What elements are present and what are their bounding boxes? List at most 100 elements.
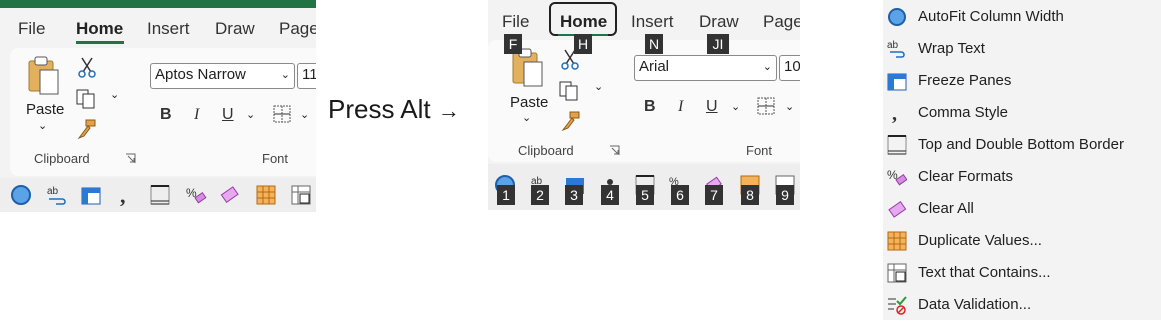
italic-button[interactable]: I [678,98,683,116]
tab-page[interactable]: Page [763,12,800,32]
arrow-right-icon: → [437,98,460,123]
bold-button[interactable]: B [160,106,172,124]
menu-item-label: Top and Double Bottom Border [918,136,1124,153]
press-alt-text: Press Alt [328,94,431,124]
menu-item-freeze-panes[interactable]: Freeze Panes [883,65,1161,97]
font-name-dropdown[interactable]: Aptos Narrow ⌄ [150,63,295,89]
quick-access-toolbar: ab % 1 2 3 4 5 6 7 8 9 [488,164,800,210]
keytip-1: 1 [497,185,515,205]
paste-label[interactable]: Paste [510,94,548,111]
freeze-panes-icon[interactable] [80,184,102,206]
keytip-home: H [574,34,592,54]
font-size-dropdown[interactable]: 11 [297,63,316,89]
bold-button[interactable]: B [644,98,656,116]
tab-file[interactable]: File [18,19,45,39]
menu-item-label: Duplicate Values... [918,232,1042,249]
clear-all-icon [888,201,907,218]
underline-button[interactable]: U [222,106,234,124]
chevron-down-icon[interactable]: ⌄ [522,111,531,124]
tab-draw[interactable]: Draw [215,19,255,39]
format-painter-icon[interactable] [560,110,582,132]
clipboard-group-label: Clipboard [34,151,90,166]
clear-all-icon[interactable] [219,184,241,206]
keytip-4: 4 [601,185,619,205]
svg-text:,: , [892,103,897,123]
quick-access-toolbar: ab , % [0,178,316,212]
paste-icon[interactable] [26,56,62,98]
duplicate-values-icon[interactable] [255,184,277,206]
border-icon [887,135,907,155]
keytip-8: 8 [741,185,759,205]
chevron-down-icon[interactable]: ⌄ [246,108,255,121]
format-painter-icon[interactable] [76,118,98,140]
menu-item-label: Comma Style [918,104,1009,121]
dialog-launcher-icon[interactable] [125,153,136,164]
tab-home[interactable]: Home [560,12,607,32]
menu-item-label: Wrap Text [918,40,985,57]
font-size-dropdown[interactable]: 10 [779,55,800,81]
freeze-panes-icon [887,73,907,91]
tab-draw[interactable]: Draw [699,12,739,32]
chevron-down-icon[interactable]: ⌄ [785,100,794,113]
menu-item-duplicate-values[interactable]: Duplicate Values... [883,225,1161,257]
clear-formats-icon[interactable]: % [185,184,207,206]
chevron-down-icon: ⌄ [762,61,772,73]
wrap-text-icon[interactable]: ab [46,184,68,206]
font-group-label: Font [746,143,773,158]
chevron-down-icon[interactable]: ⌄ [731,100,740,113]
font-size-value: 11 [302,66,316,83]
comma-style-icon: , [892,103,897,123]
duplicate-values-icon [887,231,907,251]
chevron-down-icon[interactable]: ⌄ [38,119,47,132]
svg-text:ab: ab [47,186,59,197]
copy-icon[interactable] [558,80,580,102]
keytip-7: 7 [705,185,723,205]
keytip-file: F [504,34,522,54]
menu-item-label: Text that Contains... [918,264,1051,281]
border-icon[interactable] [149,184,171,206]
keytip-insert: N [645,34,663,54]
chevron-down-icon[interactable]: ⌄ [300,108,309,121]
tab-home-underline [76,41,124,44]
menu-item-text-that-contains[interactable]: Text that Contains... [883,257,1161,289]
tab-page[interactable]: Page [279,19,316,39]
data-validation-icon [888,296,907,315]
text-contains-icon[interactable] [290,184,312,206]
underline-button[interactable]: U [706,98,718,116]
font-name-value: Arial [639,58,670,75]
autofit-icon[interactable] [10,184,32,206]
tab-insert[interactable]: Insert [147,19,190,39]
paste-label[interactable]: Paste [26,101,64,118]
menu-item-data-validation[interactable]: Data Validation... [883,289,1161,321]
cut-icon[interactable] [78,56,96,78]
menu-item-clear-formats[interactable]: % Clear Formats [883,161,1161,193]
chevron-down-icon[interactable]: ⌄ [110,88,119,101]
tab-insert[interactable]: Insert [631,12,674,32]
text-contains-icon [887,263,907,283]
menu-item-wrap-text[interactable]: ab Wrap Text [883,33,1161,65]
tab-home[interactable]: Home [76,19,123,39]
copy-icon[interactable] [75,88,97,110]
title-accent-bar [0,0,316,8]
menu-item-label: Clear Formats [918,168,1014,185]
autofit-icon [888,8,906,26]
menu-item-clear-all[interactable]: Clear All [883,193,1161,225]
right-ribbon: File Home Insert Draw Page Paste ⌄ ⌄ Ari… [488,0,800,210]
chevron-down-icon[interactable]: ⌄ [594,80,603,93]
menu-item-top-double-bottom-border[interactable]: Top and Double Bottom Border [883,129,1161,161]
dialog-launcher-icon[interactable] [609,145,620,156]
borders-icon[interactable] [756,96,776,116]
menu-item-comma-style[interactable]: , Comma Style [883,97,1161,129]
clear-formats-icon: % [887,168,907,186]
menu-item-autofit-column-width[interactable]: AutoFit Column Width [883,1,1161,33]
italic-button[interactable]: I [194,106,199,124]
borders-icon[interactable] [272,104,292,124]
left-ribbon: File Home Insert Draw Page Paste ⌄ ⌄ Apt… [0,0,316,212]
clipboard-group-label: Clipboard [518,143,574,158]
paste-icon[interactable] [510,48,546,90]
font-group-label: Font [262,151,289,166]
keytip-9: 9 [776,185,794,205]
font-name-dropdown[interactable]: Arial ⌄ [634,55,777,81]
comma-style-icon[interactable]: , [114,184,136,206]
tab-file[interactable]: File [502,12,529,32]
